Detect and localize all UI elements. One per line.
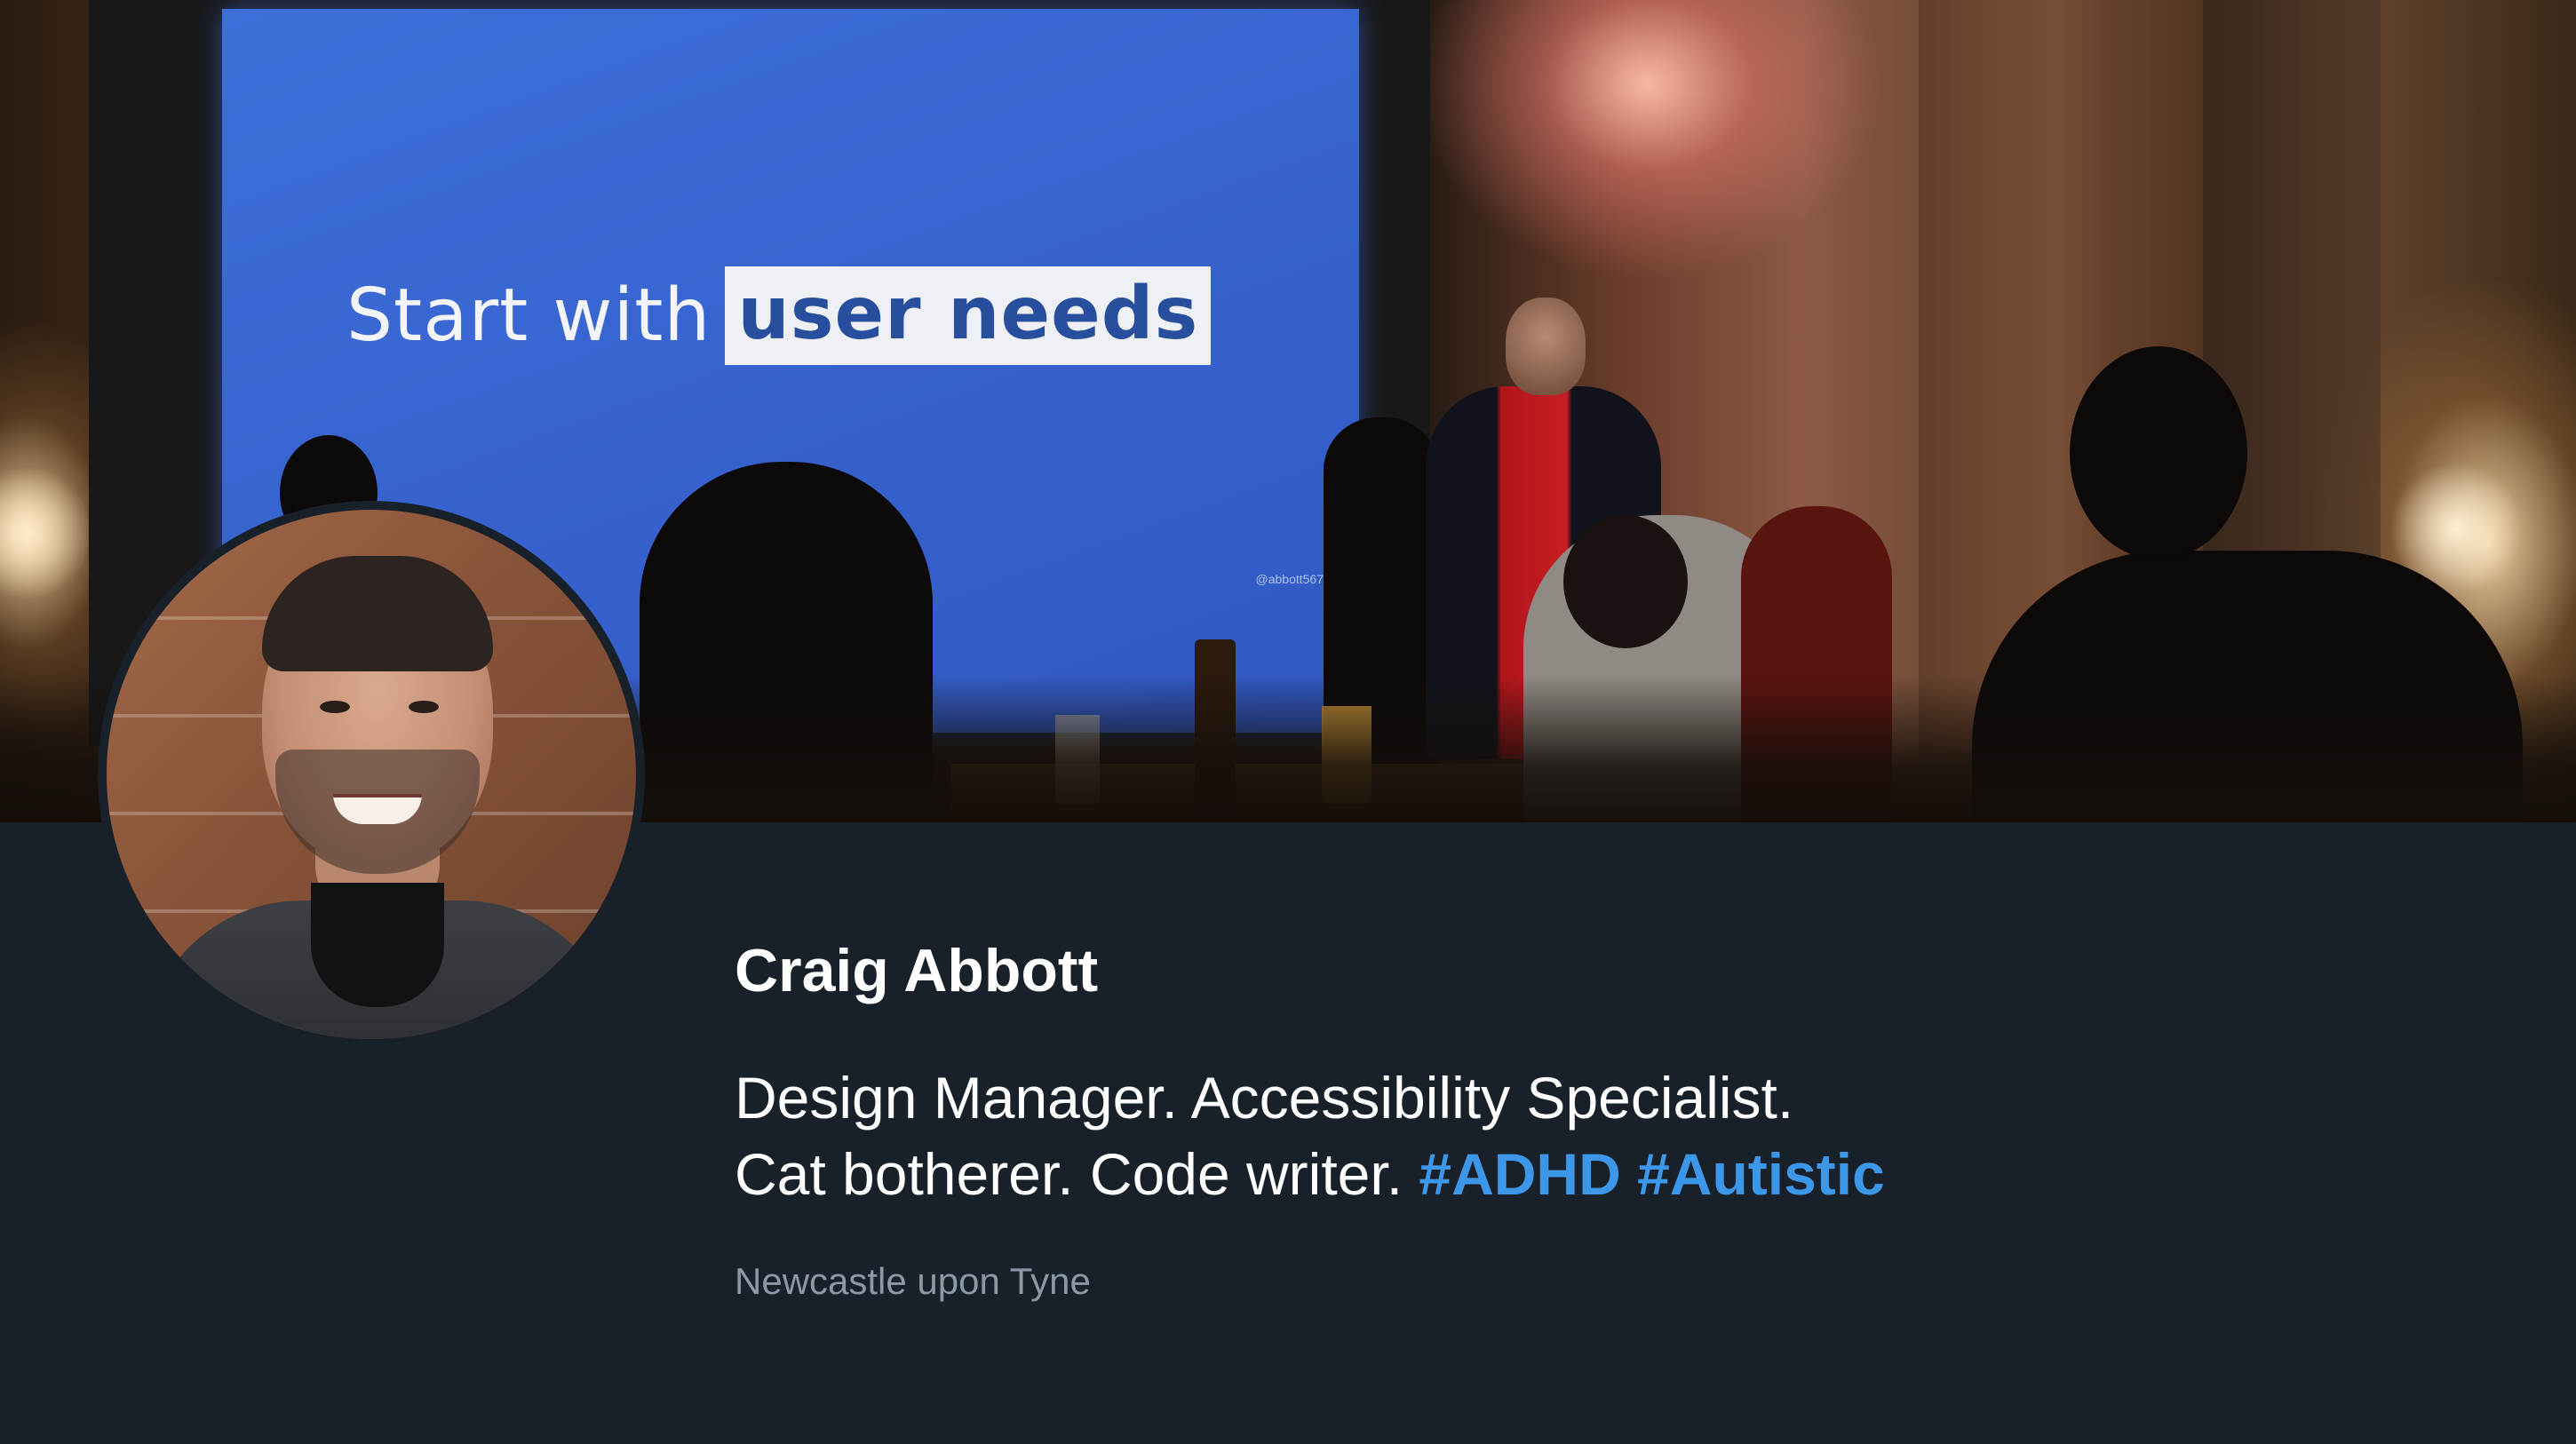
hashtag-link[interactable]: #Autistic bbox=[1637, 1141, 1885, 1207]
avatar-collar bbox=[311, 883, 444, 1007]
slide-handle: @abbott567 bbox=[1255, 572, 1324, 586]
slide-text-highlight: user needs bbox=[725, 266, 1212, 365]
avatar-eye bbox=[320, 701, 350, 713]
bio-line-2: Cat botherer. Code writer. #ADHD #Autist… bbox=[735, 1136, 2422, 1212]
hashtag-link[interactable]: #ADHD bbox=[1419, 1141, 1620, 1207]
avatar-hair bbox=[262, 556, 493, 671]
wall-lamp bbox=[0, 462, 89, 604]
profile-name[interactable]: Craig Abbott bbox=[735, 938, 2422, 1004]
slide-text-plain: Start with bbox=[346, 274, 712, 358]
avatar[interactable] bbox=[98, 501, 645, 1048]
bio-line-2-text: Cat botherer. Code writer. bbox=[735, 1140, 1403, 1207]
profile-bio: Design Manager. Accessibility Specialist… bbox=[735, 1059, 2422, 1212]
audience-silhouette bbox=[1563, 515, 1688, 648]
speaker-head bbox=[1506, 298, 1586, 395]
bio-line-1: Design Manager. Accessibility Specialist… bbox=[735, 1064, 1794, 1131]
avatar-eye bbox=[409, 701, 439, 713]
slide-title: Start with user needs bbox=[346, 266, 1212, 365]
profile-info: Craig Abbott Design Manager. Accessibili… bbox=[735, 938, 2422, 1303]
profile-location: Newcastle upon Tyne bbox=[735, 1259, 1091, 1302]
audience-silhouette bbox=[2070, 346, 2247, 559]
